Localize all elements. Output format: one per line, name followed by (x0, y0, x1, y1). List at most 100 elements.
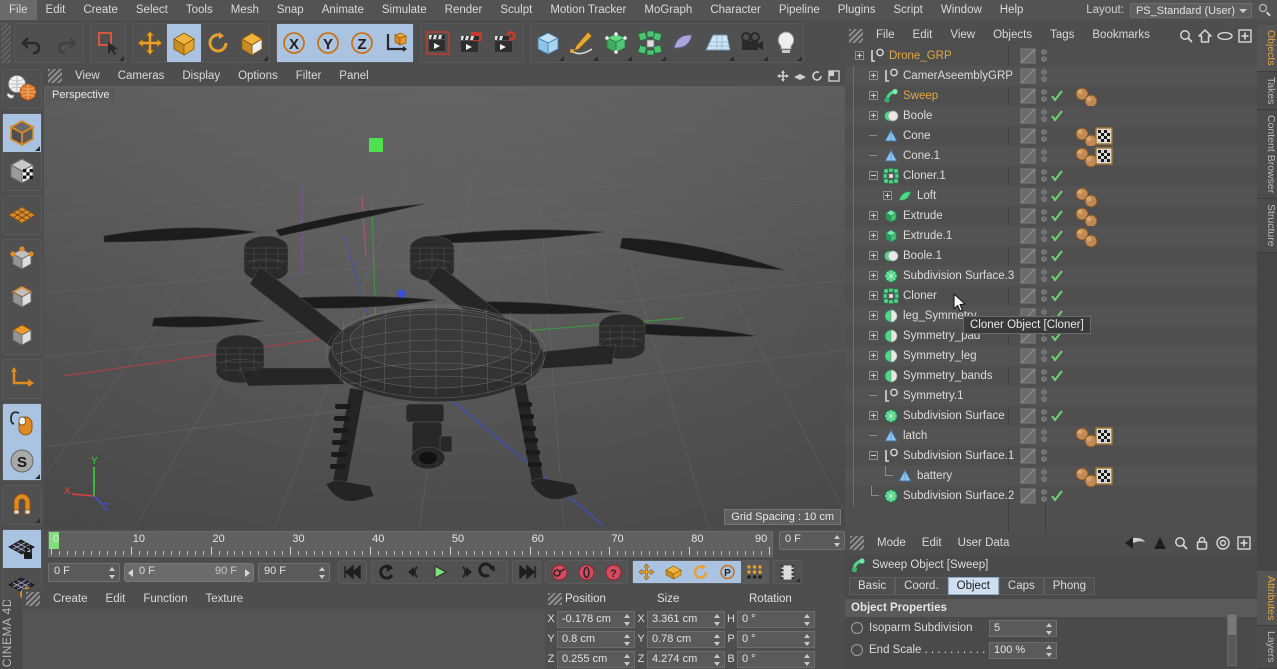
coord-position-input[interactable]: 0.8 cm (557, 630, 635, 648)
menu-sculpt[interactable]: Sculpt (491, 0, 541, 20)
enabled-check-icon[interactable] (1051, 410, 1063, 422)
enabled-check-icon[interactable] (1051, 190, 1063, 202)
mouse-interaction-button[interactable] (3, 404, 41, 442)
menu-window[interactable]: Window (932, 0, 991, 20)
coord-rotation-input[interactable]: 0 ° (737, 630, 815, 648)
visibility-dots-icon[interactable] (1040, 348, 1048, 364)
menu-character[interactable]: Character (701, 0, 770, 20)
scale-tool-button[interactable] (167, 24, 201, 62)
visibility-dots-icon[interactable] (1040, 428, 1048, 444)
tree-toggle[interactable] (867, 306, 883, 326)
coord-size-input[interactable]: 4.274 cm (647, 650, 725, 668)
add-spline-pen-button[interactable] (565, 24, 599, 62)
visibility-dots-icon[interactable] (1040, 68, 1048, 84)
coord-rotation-input[interactable]: 0 ° (737, 610, 815, 628)
parameter-toggle-icon[interactable] (851, 644, 863, 656)
enabled-check-icon[interactable] (1051, 110, 1063, 122)
world-object-coord-button[interactable] (379, 24, 413, 62)
tree-toggle[interactable] (867, 86, 883, 106)
menu-mograph[interactable]: MoGraph (635, 0, 701, 20)
object-row[interactable]: Sweep (845, 86, 1257, 108)
layer-swatch-icon[interactable] (1020, 288, 1036, 304)
viewport-grip[interactable] (48, 69, 62, 83)
expand-plus-icon[interactable] (869, 271, 878, 280)
visibility-dots-icon[interactable] (1040, 208, 1048, 224)
layer-swatch-icon[interactable] (1020, 428, 1036, 444)
visibility-dots-icon[interactable] (1040, 268, 1048, 284)
menu-simulate[interactable]: Simulate (373, 0, 436, 20)
collapse-minus-icon[interactable] (869, 171, 878, 180)
menu-animate[interactable]: Animate (313, 0, 373, 20)
rotate-tool-button[interactable] (201, 24, 235, 62)
expand-plus-icon[interactable] (869, 331, 878, 340)
object-row[interactable]: Drone_GRP (845, 46, 1257, 66)
parameter-toggle-icon[interactable] (851, 622, 863, 634)
enabled-check-icon[interactable] (1051, 170, 1063, 182)
expand-plus-icon[interactable] (855, 51, 864, 60)
viewport-menu-filter[interactable]: Filter (287, 66, 331, 86)
object-row[interactable]: Symmetry.1 (845, 386, 1257, 406)
layer-swatch-icon[interactable] (1020, 388, 1036, 404)
magnet-tool-button[interactable] (3, 486, 41, 524)
expand-plus-icon[interactable] (869, 411, 878, 420)
home-icon[interactable] (1198, 28, 1212, 43)
coord-rotation-input[interactable]: 0 ° (737, 650, 815, 668)
enabled-check-icon[interactable] (1051, 270, 1063, 282)
workplane-lock-button[interactable] (3, 530, 41, 568)
attributes-tab-basic[interactable]: Basic (849, 577, 896, 595)
object-row[interactable]: Symmetry_bands (845, 366, 1257, 386)
coordinates-grip[interactable] (548, 593, 562, 605)
layer-swatch-icon[interactable] (1020, 88, 1036, 104)
tree-toggle[interactable] (867, 166, 883, 186)
object-row[interactable]: Extrude (845, 206, 1257, 228)
object-row[interactable]: Cone (845, 126, 1257, 148)
object-row[interactable]: Subdivision Surface.3 (845, 266, 1257, 286)
preview-range-bar[interactable]: 0 F 90 F (124, 562, 254, 582)
layer-swatch-icon[interactable] (1020, 148, 1036, 164)
render-settings-button[interactable] (489, 24, 523, 62)
key-parameter-button[interactable]: P (714, 561, 741, 583)
eye-icon[interactable] (1217, 30, 1233, 42)
menu-script[interactable]: Script (884, 0, 931, 20)
model-mode-button[interactable] (3, 114, 41, 152)
rotate-view-icon[interactable] (810, 69, 824, 83)
texture-tag-icon[interactable] (1095, 127, 1113, 145)
layer-swatch-icon[interactable] (1020, 128, 1036, 144)
key-position-button[interactable] (633, 561, 660, 583)
tree-toggle[interactable] (867, 366, 883, 386)
tree-toggle[interactable] (867, 426, 883, 446)
current-frame-field[interactable]: 0 F (779, 531, 845, 550)
layer-swatch-icon[interactable] (1020, 468, 1036, 484)
object-row[interactable]: Loft (845, 186, 1257, 208)
menu-mesh[interactable]: Mesh (222, 0, 268, 20)
menu-select[interactable]: Select (127, 0, 177, 20)
visibility-dots-icon[interactable] (1040, 468, 1048, 484)
range-left-handle-icon[interactable] (128, 568, 133, 577)
stepper-arrows-icon[interactable] (624, 633, 631, 646)
tree-toggle[interactable] (867, 226, 883, 246)
attributes-scrollbar-thumb[interactable] (1228, 615, 1236, 635)
layer-swatch-icon[interactable] (1020, 168, 1036, 184)
tree-toggle[interactable] (867, 266, 883, 286)
coord-size-input[interactable]: 0.78 cm (647, 630, 725, 648)
object-manager-list[interactable]: Drone_GRP CamerAseemblyGRP Sweep Boole Cone C… (845, 46, 1257, 532)
key-scale-button[interactable] (660, 561, 687, 583)
tree-toggle[interactable] (881, 186, 897, 206)
expand-plus-icon[interactable] (869, 211, 878, 220)
layer-swatch-icon[interactable] (1020, 488, 1036, 504)
attributes-scrollbar[interactable] (1227, 614, 1237, 666)
polygon-mode-button[interactable] (3, 316, 41, 354)
point-mode-button[interactable] (3, 240, 41, 278)
attributes-grip[interactable] (850, 536, 864, 550)
enabled-check-icon[interactable] (1051, 370, 1063, 382)
edge-mode-button[interactable] (3, 278, 41, 316)
layer-swatch-icon[interactable] (1020, 248, 1036, 264)
material-menu-function[interactable]: Function (134, 589, 196, 609)
tree-toggle[interactable] (867, 346, 883, 366)
menu-snap[interactable]: Snap (268, 0, 313, 20)
visibility-dots-icon[interactable] (1040, 168, 1048, 184)
expand-plus-icon[interactable] (869, 91, 878, 100)
right-tab-content-browser[interactable]: Content Browser (1257, 110, 1277, 200)
object-row[interactable]: CamerAseemblyGRP (845, 66, 1257, 86)
object-row[interactable]: battery (845, 466, 1257, 488)
